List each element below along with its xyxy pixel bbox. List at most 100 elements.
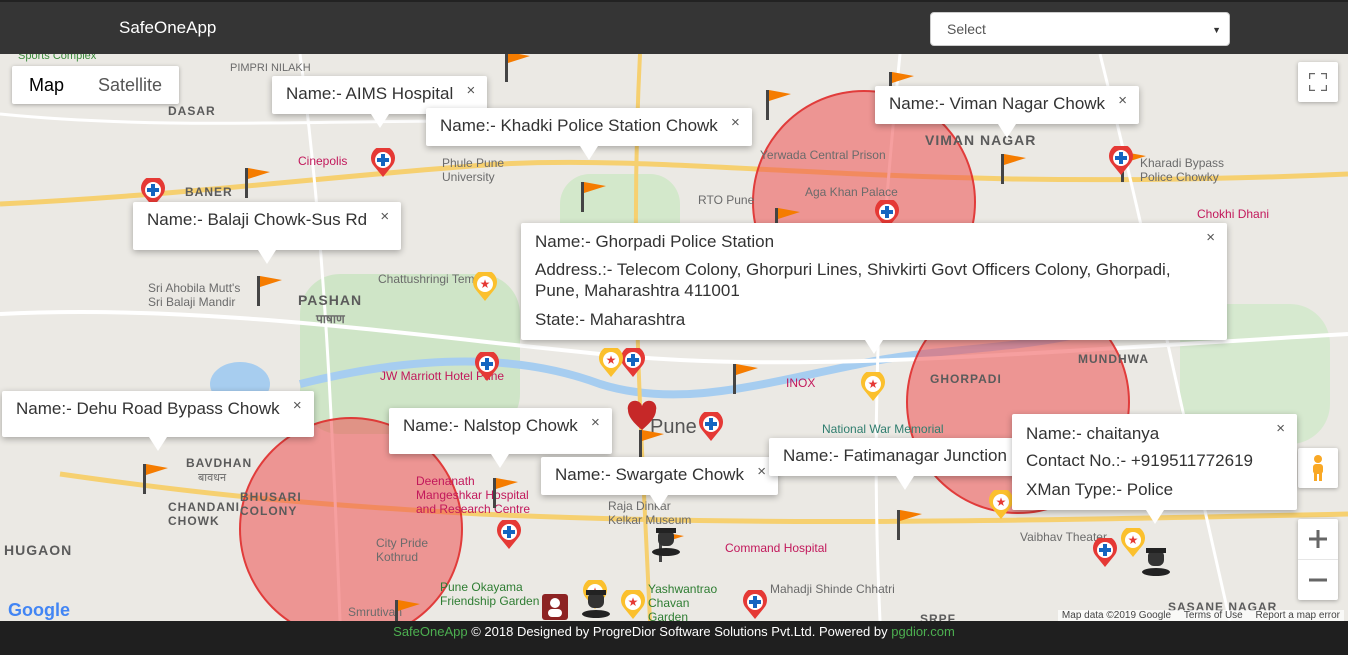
info-window-text: Name:- Viman Nagar Chowk <box>889 94 1106 113</box>
poi-label: Phule Pune University <box>442 156 505 184</box>
flag-marker-icon[interactable] <box>254 272 284 306</box>
app-brand[interactable]: SafeOneApp <box>119 18 216 38</box>
terms-link[interactable]: Terms of Use <box>1184 610 1243 621</box>
footer-brand[interactable]: SafeOneApp <box>393 624 467 639</box>
area-label: SRPF <box>920 612 957 621</box>
poi-label: Cinepolis <box>298 154 348 168</box>
close-icon[interactable]: × <box>1276 420 1285 437</box>
hospital-marker-icon[interactable] <box>698 412 724 442</box>
area-label: BHUSARI COLONY <box>240 490 302 518</box>
poi-label: Sri Ahobila Mutt's Sri Balaji Mandir <box>148 281 241 309</box>
zoom-in-button[interactable] <box>1298 520 1338 560</box>
area-label: BAVDHAN <box>186 456 253 470</box>
hospital-marker-icon[interactable] <box>474 352 500 382</box>
star-marker-icon[interactable]: ★ <box>472 272 498 302</box>
poi-label: City Pride Kothrud <box>376 536 429 564</box>
flag-marker-icon[interactable] <box>894 506 924 540</box>
flag-marker-icon[interactable] <box>502 54 532 82</box>
area-label: CHANDANI CHOWK <box>168 500 240 528</box>
street-view-button[interactable] <box>1298 448 1338 488</box>
footer-link[interactable]: pgdior.com <box>891 624 955 639</box>
star-marker-icon[interactable]: ★ <box>860 372 886 402</box>
police-marker-icon[interactable] <box>1140 544 1172 576</box>
close-icon[interactable]: × <box>1118 92 1127 109</box>
poi-label: Sports Complex <box>18 54 97 62</box>
area-label: GHORPADI <box>930 372 1002 386</box>
person-marker-icon[interactable] <box>542 594 568 620</box>
attribution-data: Map data ©2019 Google <box>1061 610 1172 621</box>
close-icon[interactable]: × <box>731 114 740 131</box>
hospital-marker-icon[interactable] <box>496 520 522 550</box>
star-marker-icon[interactable]: ★ <box>988 490 1014 520</box>
hospital-marker-icon[interactable] <box>370 148 396 178</box>
police-marker-icon[interactable] <box>650 524 682 556</box>
info-window-dehu: Name:- Dehu Road Bypass Chowk × <box>2 391 314 451</box>
poi-label: Mahadji Shinde Chhatri <box>770 582 895 596</box>
info-window-nalstop: Name:- Nalstop Chowk × <box>389 408 612 468</box>
svg-text:★: ★ <box>606 353 617 367</box>
police-marker-icon[interactable] <box>580 586 612 618</box>
flag-marker-icon[interactable] <box>763 86 793 120</box>
hospital-marker-icon[interactable] <box>742 590 768 620</box>
hospital-marker-icon[interactable] <box>1092 538 1118 568</box>
flag-marker-icon[interactable] <box>242 164 272 198</box>
chevron-down-icon: ▼ <box>1212 25 1221 35</box>
info-window-balaji: Name:- Balaji Chowk-Sus Rd × <box>133 202 402 264</box>
map-type-control: Map Satellite <box>12 66 180 104</box>
flag-marker-icon[interactable] <box>998 150 1028 184</box>
footer: SafeOneApp © 2018 Designed by ProgreDior… <box>0 621 1348 655</box>
svg-text:★: ★ <box>996 495 1007 509</box>
heart-marker-icon[interactable] <box>626 400 658 432</box>
poi-label: RTO Pune <box>698 193 755 207</box>
poi-label: INOX <box>786 376 816 390</box>
star-marker-icon[interactable]: ★ <box>620 590 646 620</box>
area-label: BANER <box>185 185 233 199</box>
poi-label: Pune Okayama Friendship Garden <box>440 580 540 608</box>
svg-text:★: ★ <box>480 277 491 291</box>
flag-marker-icon[interactable] <box>490 474 520 508</box>
map-type-satellite-button[interactable]: Satellite <box>81 66 179 104</box>
info-window-khadki: Name:- Khadki Police Station Chowk × <box>426 108 752 160</box>
location-select[interactable]: Select ▼ <box>930 12 1230 46</box>
info-window-text: Name:- Balaji Chowk-Sus Rd <box>147 210 368 229</box>
poi-label: Command Hospital <box>725 541 828 555</box>
map-type-map-button[interactable]: Map <box>12 66 81 104</box>
close-icon[interactable]: × <box>466 82 475 99</box>
area-label: PIMPRI NILAKH <box>230 62 311 74</box>
area-label: HUGAON <box>4 542 73 558</box>
fullscreen-button[interactable] <box>1298 62 1338 102</box>
close-icon[interactable]: × <box>757 463 766 480</box>
close-icon[interactable]: × <box>1206 229 1215 246</box>
star-marker-icon[interactable]: ★ <box>598 348 624 378</box>
info-window-text: Name:- Nalstop Chowk <box>403 416 578 435</box>
footer-text: © 2018 Designed by ProgreDior Software S… <box>467 624 892 639</box>
zoom-out-icon <box>1309 578 1327 581</box>
fullscreen-icon <box>1309 73 1327 91</box>
close-icon[interactable]: × <box>591 414 600 431</box>
map-attribution: Map data ©2019 Google Terms of Use Repor… <box>1057 610 1344 621</box>
flag-marker-icon[interactable] <box>578 178 608 212</box>
info-window-swargate: Name:- Swargate Chowk × <box>541 457 778 509</box>
flag-marker-icon[interactable] <box>730 360 760 394</box>
info-window-state: State:- Maharashtra <box>535 310 686 329</box>
svg-text:★: ★ <box>628 595 639 609</box>
map-canvas[interactable]: PIMPRI NILAKH DASAR BANER PASHAN पाषाण V… <box>0 54 1348 621</box>
info-window-viman: Name:- Viman Nagar Chowk × <box>875 86 1140 138</box>
report-error-link[interactable]: Report a map error <box>1256 610 1340 621</box>
pegman-icon <box>1313 455 1323 481</box>
flag-marker-icon[interactable] <box>140 460 170 494</box>
info-window-text: Name:- Swargate Chowk <box>555 465 744 484</box>
select-value: Select <box>947 21 986 37</box>
flag-marker-icon[interactable] <box>392 596 422 621</box>
info-window-name: Name:- chaitanya <box>1026 424 1160 443</box>
hospital-marker-icon[interactable] <box>1108 146 1134 176</box>
google-logo[interactable]: Google <box>8 600 70 621</box>
info-window-chaitanya: Name:- chaitanya Contact No.:- +91951177… <box>1012 414 1297 524</box>
zoom-out-button[interactable] <box>1298 560 1338 600</box>
zoom-in-icon <box>1309 530 1327 548</box>
close-icon[interactable]: × <box>380 208 389 225</box>
close-icon[interactable]: × <box>293 397 302 414</box>
area-label: PASHAN <box>298 292 363 308</box>
poi-label: National War Memorial <box>822 422 944 436</box>
area-label: बावधन <box>198 472 227 484</box>
